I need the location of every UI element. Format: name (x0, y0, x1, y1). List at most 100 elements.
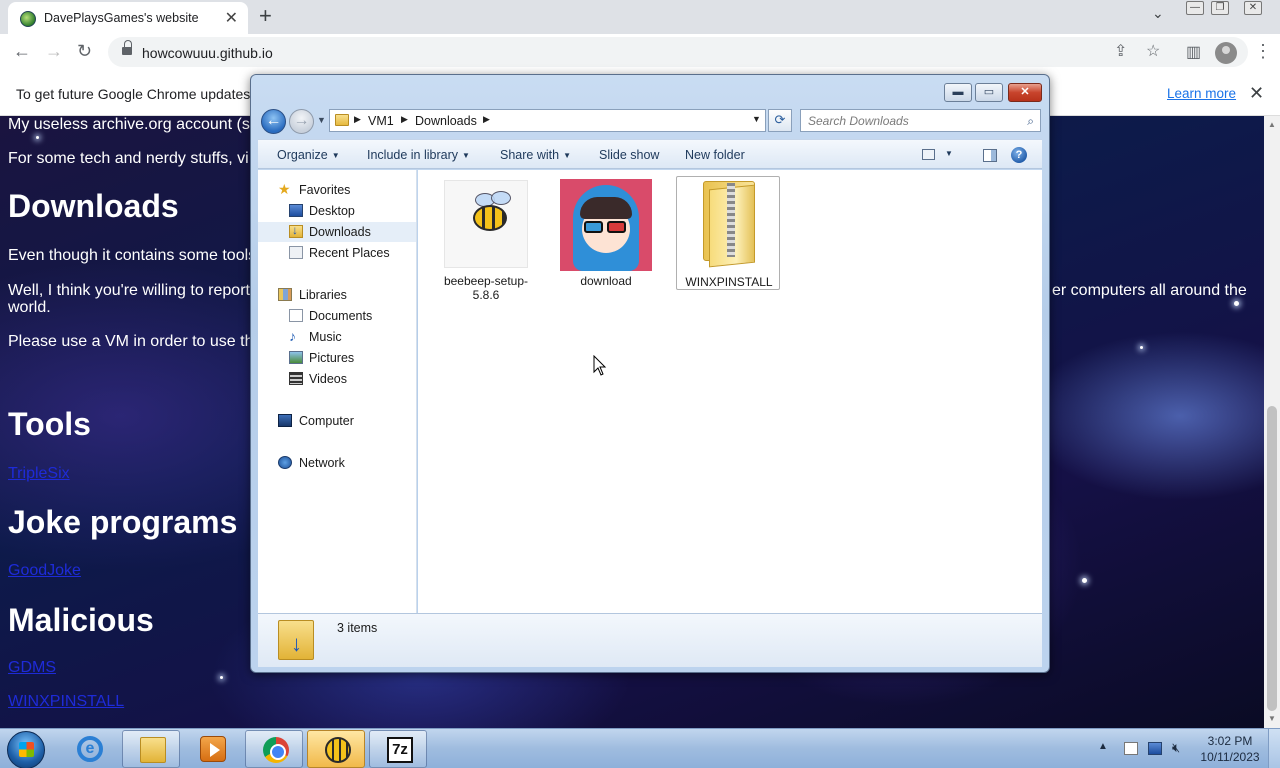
close-window-button[interactable]: ✕ (1244, 1, 1262, 15)
nav-computer[interactable]: Computer (258, 411, 416, 431)
side-panel-icon[interactable]: ▥ (1186, 42, 1201, 62)
bookmark-star-icon[interactable]: ☆ (1146, 41, 1160, 61)
share-with-button[interactable]: Share with ▼ (500, 148, 571, 162)
view-options-dropdown-icon[interactable]: ▼ (945, 149, 953, 158)
tab-close-icon[interactable]: ✕ (225, 8, 238, 28)
action-center-flag-icon[interactable] (1124, 742, 1138, 755)
link-winxpinstall[interactable]: WINXPINSTALL (8, 693, 124, 711)
organize-button[interactable]: Organize ▼ (277, 148, 340, 162)
site-favicon-icon (20, 11, 36, 27)
lock-icon[interactable] (122, 40, 132, 57)
url-text[interactable]: howcowuuu.github.io (142, 45, 273, 61)
explorer-search-input[interactable]: Search Downloads ⌕ (800, 109, 1041, 132)
explorer-maximize-button[interactable]: ▭ (975, 83, 1003, 102)
nav-recent-places[interactable]: Recent Places (258, 243, 416, 263)
beebeep-bee-icon (444, 180, 528, 268)
scrollbar-thumb[interactable] (1267, 406, 1277, 711)
nav-network[interactable]: Network (258, 453, 416, 473)
media-player-icon (200, 736, 226, 762)
nav-pictures[interactable]: Pictures (258, 348, 416, 368)
beebeep-icon (325, 737, 351, 763)
new-folder-button[interactable]: New folder (685, 148, 745, 162)
new-tab-button[interactable]: + (259, 3, 272, 29)
taskbar-windows-explorer[interactable] (122, 730, 180, 768)
heading-joke-programs: Joke programs (8, 504, 238, 540)
link-gdms[interactable]: GDMS (8, 659, 56, 677)
desktop-icon (289, 204, 303, 217)
share-icon[interactable]: ⇪ (1114, 41, 1127, 61)
show-hidden-icons-arrow[interactable]: ▲ (1098, 741, 1108, 752)
explorer-back-button[interactable]: ← (261, 109, 286, 134)
file-name: WINXPINSTALL (685, 275, 773, 289)
breadcrumb-downloads[interactable]: Downloads (415, 114, 477, 128)
explorer-minimize-button[interactable]: ▬ (944, 83, 972, 102)
restore-button[interactable]: ❐ (1211, 1, 1229, 15)
breadcrumb-vm1[interactable]: VM1 (368, 114, 394, 128)
taskbar-beebeep[interactable] (307, 730, 365, 768)
nav-libraries[interactable]: Libraries (258, 285, 416, 305)
infobar-close-icon[interactable]: ✕ (1249, 83, 1264, 104)
taskbar-media-player[interactable] (183, 730, 241, 768)
page-scrollbar[interactable]: ▲ ▼ (1264, 116, 1280, 728)
minimize-button[interactable]: — (1186, 1, 1204, 15)
slide-show-button[interactable]: Slide show (599, 148, 659, 162)
forward-arrow-icon[interactable]: → (45, 41, 63, 62)
breadcrumb-arrow-icon[interactable]: ▶ (483, 114, 490, 125)
tab-search-chevron-icon[interactable]: ⌄ (1152, 5, 1164, 22)
profile-avatar-icon[interactable] (1215, 42, 1237, 64)
file-list-pane: beebeep-setup-5.8.6 download WINXPINSTAL… (418, 170, 1042, 613)
file-item-beebeep[interactable]: beebeep-setup-5.8.6 (434, 176, 538, 302)
volume-muted-icon[interactable]: 🔇︎ (1172, 741, 1186, 755)
nav-documents[interactable]: Documents (258, 306, 416, 326)
nav-desktop[interactable]: Desktop (258, 201, 416, 221)
heading-downloads: Downloads (8, 188, 179, 224)
nav-videos[interactable]: Videos (258, 369, 416, 389)
downloads-folder-icon (278, 620, 314, 660)
explorer-close-button[interactable]: ✕ (1008, 83, 1042, 102)
start-button[interactable] (7, 731, 45, 768)
taskbar-7zip[interactable]: 7z (369, 730, 427, 768)
page-text-world: world. (8, 299, 51, 316)
menu-kebab-icon[interactable]: ⋮ (1254, 41, 1272, 62)
breadcrumb-arrow-icon[interactable]: ▶ (401, 114, 408, 125)
taskbar-internet-explorer[interactable]: e (60, 730, 118, 768)
libraries-icon (278, 288, 292, 301)
address-dropdown-icon[interactable]: ▼ (752, 114, 761, 124)
include-in-library-button[interactable]: Include in library ▼ (367, 148, 470, 162)
clock-time[interactable]: 3:02 PM (1200, 734, 1260, 748)
star-decoration (220, 676, 223, 679)
search-icon[interactable]: ⌕ (1027, 114, 1034, 129)
recent-pages-dropdown-icon[interactable]: ▼ (317, 115, 326, 125)
nav-music[interactable]: ♪ Music (258, 327, 416, 347)
link-triplesix[interactable]: TripleSix (8, 465, 70, 483)
link-goodjoke[interactable]: GoodJoke (8, 562, 81, 580)
learn-more-link[interactable]: Learn more (1167, 86, 1236, 101)
explorer-forward-button[interactable]: → (289, 109, 314, 134)
reload-icon[interactable]: ↻ (77, 41, 92, 62)
documents-icon (289, 309, 303, 322)
breadcrumb-arrow-icon[interactable]: ▶ (354, 114, 361, 125)
file-item-winxpinstall[interactable]: WINXPINSTALL (676, 176, 780, 290)
mouse-pointer-icon (593, 355, 607, 376)
explorer-refresh-button[interactable]: ⟳ (768, 109, 792, 132)
nav-downloads[interactable]: Downloads (258, 222, 416, 242)
star-decoration (36, 136, 39, 139)
folder-icon (335, 114, 349, 126)
browser-tab[interactable]: DavePlaysGames's website ✕ (8, 2, 248, 34)
change-view-icon[interactable] (922, 149, 935, 160)
file-item-download[interactable]: download (554, 176, 658, 290)
help-icon[interactable]: ? (1011, 147, 1027, 163)
scroll-down-icon[interactable]: ▼ (1268, 714, 1276, 723)
scroll-up-icon[interactable]: ▲ (1268, 120, 1276, 129)
clock-date[interactable]: 10/11/2023 (1196, 750, 1264, 764)
explorer-address-bar[interactable]: ▶ VM1 ▶ Downloads ▶ ▼ (329, 109, 766, 132)
preview-pane-icon[interactable] (983, 149, 997, 162)
taskbar-chrome[interactable] (245, 730, 303, 768)
command-bar: Organize ▼ Include in library ▼ Share with… (258, 139, 1042, 169)
network-tray-icon[interactable] (1148, 742, 1162, 755)
search-placeholder: Search Downloads (808, 114, 909, 128)
back-arrow-icon[interactable]: ← (13, 41, 31, 62)
nav-favorites[interactable]: ★ Favorites (258, 180, 416, 200)
address-bar[interactable]: howcowuuu.github.io ⇪ ☆ (108, 37, 1248, 67)
show-desktop-button[interactable] (1268, 729, 1280, 768)
